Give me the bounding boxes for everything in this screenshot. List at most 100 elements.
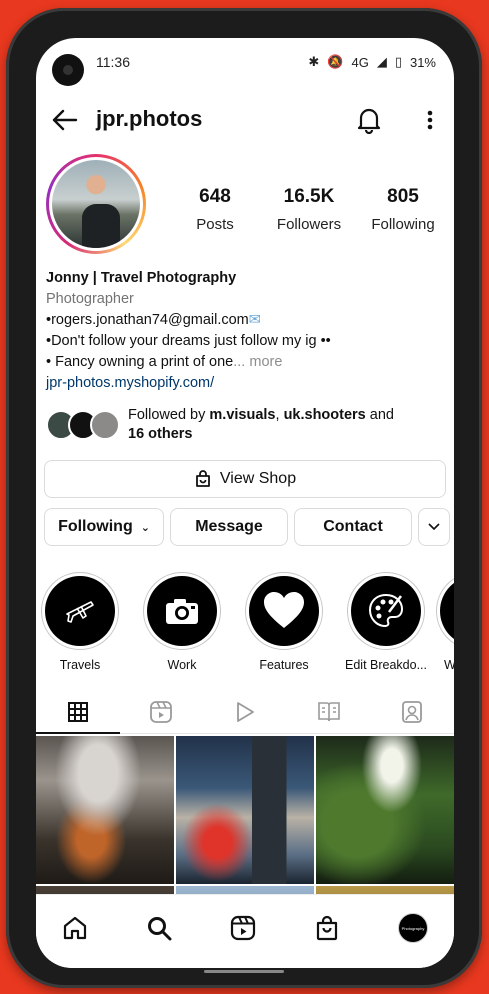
bluetooth-icon: ✱ [308,54,320,69]
following-count: 805 [387,186,419,207]
tab-videos[interactable] [203,690,287,733]
app-screen: 11:36 ✱ 🔕 4G ◢ ▯ 31% jpr.photos 648 Post… [36,38,454,968]
bio-line-email: •rogers.jonathan74@gmail.com✉ [46,310,446,331]
profile-avatar-ring[interactable] [46,154,146,254]
profile-avatar-small: Photography [398,913,428,943]
battery-icon: ▯ [394,54,402,69]
status-time: 11:36 [96,54,130,70]
grid-icon [67,701,88,722]
highlight-travels[interactable]: Travels [38,572,122,672]
shop-bag-icon [316,915,338,941]
bio-line-dreams: •Don't follow your dreams just follow my… [46,331,446,352]
bio-email-text: •rogers.jonathan74@gmail.com [46,312,249,328]
followed-by-row[interactable]: Followed by m.visuals, uk.shooters and 16… [46,404,454,444]
tab-reels[interactable] [120,690,204,733]
following-label: Following [371,216,435,233]
followed-by-suffix: and [365,407,394,423]
profile-avatar [49,157,143,251]
highlight-features[interactable]: Features [242,572,326,672]
followers-label: Followers [276,216,342,233]
tab-guides[interactable] [287,690,371,733]
content-tabs [36,690,454,734]
view-shop-button[interactable]: View Shop [44,460,446,498]
profile-display-name: Jonny | Travel Photography [46,270,237,286]
followed-by-user-1: m.visuals [209,407,276,423]
mute-icon: 🔕 [327,54,344,69]
profile-bio: Jonny | Travel Photography Photographer … [46,268,446,394]
home-indicator[interactable] [204,970,284,973]
guides-icon [317,701,340,721]
following-button-label: Following [58,518,133,535]
followed-by-user-2: uk.shooters [283,407,366,423]
nav-home[interactable] [60,913,90,943]
contact-button[interactable]: Contact [294,508,412,546]
video-icon [237,701,254,722]
camera-icon [166,599,198,624]
contact-button-label: Contact [323,518,383,535]
followers-count: 16.5K [283,186,335,207]
envelope-emoji-icon: ✉ [248,312,261,328]
tagged-icon [402,700,423,723]
profile-stats: 648 Posts 16.5K Followers 805 Following [168,186,450,233]
bio-print-text: • Fancy owning a print of one [46,354,234,370]
highlight-work[interactable]: Work [140,572,224,672]
search-icon [148,917,172,941]
nav-profile[interactable]: Photography [398,913,428,943]
followed-by-text: Followed by m.visuals, uk.shooters and 16… [128,406,394,444]
status-icons: ✱ 🔕 4G ◢ ▯ 31% [308,54,436,70]
battery-percent: 31% [409,54,436,70]
bottom-navigation: Photography [36,894,454,968]
followers-stat[interactable]: 16.5K Followers [262,186,356,233]
following-button[interactable]: Following ⌄ [44,508,164,546]
followed-by-prefix: Followed by [128,407,210,423]
posts-stat[interactable]: 648 Posts [168,186,262,233]
tab-grid[interactable] [36,690,120,734]
back-arrow-icon[interactable] [50,106,80,134]
nav-reels[interactable] [228,913,258,943]
highlight-label: Edit Breakdo... [345,658,427,672]
nav-shop[interactable] [312,913,342,943]
front-camera [52,54,84,86]
message-button-label: Message [195,518,263,535]
heart-icon [264,592,304,628]
highlight-edit-breakdowns[interactable]: Edit Breakdo... [344,572,428,672]
posts-count: 648 [199,186,231,207]
suggested-dropdown-button[interactable] [418,508,450,546]
nav-search[interactable] [144,913,174,943]
notification-bell-icon[interactable] [356,106,382,135]
grid-post[interactable] [316,736,454,884]
status-bar: 11:36 ✱ 🔕 4G ◢ ▯ 31% [36,38,454,90]
avatar-logo-text: Photography [401,925,425,931]
bio-website-link[interactable]: jpr-photos.myshopify.com/ [46,373,446,394]
message-button[interactable]: Message [170,508,288,546]
reels-icon [230,915,256,941]
view-shop-label: View Shop [219,470,297,487]
following-stat[interactable]: 805 Following [356,186,450,233]
follower-avatar-3 [90,410,120,440]
story-highlights: Travels Work Features Edit Breakdo... Wa… [36,572,454,672]
shop-bag-icon [195,470,210,487]
highlight-wal[interactable]: Wal [436,572,454,672]
eyes-emoji-icon: •• [316,333,331,349]
bio-more-link[interactable]: ... more [233,354,282,370]
reels-icon [150,700,173,723]
bio-line-print: • Fancy owning a print of one... more [46,352,446,373]
grid-post[interactable] [176,736,314,884]
home-icon [63,916,87,940]
chevron-down-icon [428,523,440,531]
highlight-label: Travels [59,658,101,672]
photo-grid [36,736,454,926]
highlight-label: Wal [444,658,454,672]
posts-label: Posts [196,216,234,233]
network-type: 4G [351,54,369,70]
grid-post[interactable] [36,736,174,884]
profile-username: jpr.photos [96,106,203,131]
highlight-label: Work [167,658,197,672]
bio-dreams-text: •Don't follow your dreams just follow my… [46,333,317,349]
tab-tagged[interactable] [370,690,454,733]
followed-by-others: 16 others [128,426,193,442]
followed-by-separator: , [275,407,284,423]
more-options-icon[interactable] [422,106,438,134]
profile-header: jpr.photos [36,100,454,140]
highlight-label: Features [259,658,309,672]
